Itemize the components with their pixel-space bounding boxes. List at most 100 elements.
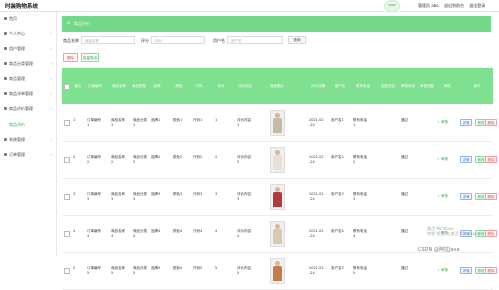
cell-date: 2021-02 -24 [309,155,324,164]
cell-score: 1 [215,118,218,122]
chevron-right-icon: › [50,137,52,142]
logout-link[interactable]: 退出登录 [469,3,485,8]
cell-color: 颜色2 [173,155,183,159]
top-bar: 时装购物系统 SHOP 管理员 abo 退出到前台 退出登录 [0,0,499,12]
cell-phone: 联系电话 1 [353,118,367,127]
cell-order: 订单编号 4 [87,229,101,238]
cell-user: 用户名2 [331,155,344,159]
audit-link[interactable]: ✓ 审核 [437,194,448,199]
chevron-right-icon: › [50,46,52,51]
main-content: ⌂ 商品评价 商品名称 商品名称 评分 评分 用户名 用户名 查询 删除 批量导… [58,12,499,290]
sidebar-item-system[interactable]: 系统管理 › [0,133,56,147]
column-header: 评分 [217,83,225,88]
cell-content: 评价内容 1 [237,118,251,127]
product-image [270,184,285,210]
audit-link[interactable]: ✓ 审核 [437,157,448,162]
cell-size: 尺码1 [193,118,203,122]
cell-audit: 通过 [401,192,408,196]
product-image [270,258,285,284]
breadcrumb: ⌂ 商品评价 [62,16,491,32]
sidebar-item-review[interactable]: 商品评价管理 › [0,102,56,116]
chevron-right-icon: › [50,152,52,157]
chevron-right-icon: › [50,61,52,66]
cell-score: 5 [215,266,218,270]
row-checkbox[interactable] [64,120,70,126]
search-button[interactable]: 查询 [288,36,306,44]
cell-score: 4 [215,229,218,233]
row-checkbox[interactable] [64,194,70,200]
cell-user: 用户名1 [331,118,344,122]
list-icon [4,92,7,95]
delete-button[interactable]: 删除 [63,53,78,62]
cell-user: 用户名3 [331,192,344,196]
top-logo: SHOP [384,0,400,12]
sidebar-item-goods-detail[interactable]: 商品详单管理 › [0,87,56,101]
column-header: 用户名 [334,83,346,88]
row-detail-button[interactable]: 详情 [460,267,472,274]
cell-date: 2021-02 -24 [309,229,324,238]
row-checkbox[interactable] [64,268,70,274]
sidebar: 首页 个人中心 › 用户管理 › 商品分类管理 › 商品管理 › 商品详单管理 › 商品评… [0,12,57,256]
cell-type: 商品分类 5 [133,266,147,275]
export-button[interactable]: 批量导出 [81,53,99,62]
score-input[interactable]: 评分 [151,36,205,44]
column-header: 订单编号 [88,83,102,88]
cell-order: 订单编号 5 [87,266,101,275]
row-delete-button[interactable]: 删除 [485,119,497,126]
sidebar-item-home[interactable]: 首页 [0,12,56,26]
cell-content: 评价内容 2 [237,155,251,164]
table-header: 索引 订单编号 商品名称 商品类型 品牌 颜色 尺码 评分 评价内容 商品图片 评价日期 用户名 联系电… [62,68,493,104]
product-image [270,221,285,247]
audit-link[interactable]: ✓ 审核 [437,268,448,273]
cell-date: 2021-02 -24 [309,118,324,127]
goods-name-input[interactable]: 商品名称 [81,36,135,44]
cell-type: 商品分类 2 [133,155,147,164]
table-row: 2 订单编号 2 商品名称 2 商品分类 2 品牌2 颜色2 尺码2 2 评价内容 2 2021-… [62,141,497,179]
sidebar-item-users[interactable]: 用户管理 › [0,42,56,56]
row-detail-button[interactable]: 详情 [460,119,472,126]
select-all-checkbox[interactable] [64,84,70,90]
comment-icon [4,107,7,110]
cell-color: 颜色3 [173,192,183,196]
row-checkbox[interactable] [64,231,70,237]
cell-score: 2 [215,155,218,159]
sidebar-item-orders[interactable]: 订单管理 › [0,148,56,162]
home-icon[interactable]: ⌂ [67,20,73,27]
sidebar-item-goods[interactable]: 商品管理 › [0,72,56,86]
row-detail-button[interactable]: 详情 [460,193,472,200]
username-input[interactable]: 用户名 [227,36,283,44]
users-icon [4,47,7,50]
cell-audit: 通过 [401,229,408,233]
front-link[interactable]: 退出到前台 [444,3,464,8]
cell-type: 商品分类 1 [133,118,147,127]
column-header: 评价日期 [311,83,325,88]
row-delete-button[interactable]: 删除 [485,230,497,237]
cell-index: 2 [73,155,76,159]
cell-user: 用户名5 [331,266,344,270]
row-delete-button[interactable]: 删除 [485,156,497,163]
row-delete-button[interactable]: 删除 [485,267,497,274]
sidebar-item-category[interactable]: 商品分类管理 › [0,57,56,71]
cell-user: 用户名4 [331,229,344,233]
cell-audit: 通过 [401,118,408,122]
user-icon [4,32,7,35]
product-image [270,110,285,136]
breadcrumb-text: 商品评价 [74,21,90,26]
cell-color: 颜色4 [173,229,183,233]
sidebar-item-profile[interactable]: 个人中心 › [0,27,56,41]
column-header: 商品图片 [270,83,284,88]
cell-phone: 联系电话 2 [353,155,367,164]
cell-name: 商品名称 4 [111,229,125,238]
cell-name: 商品名称 3 [111,192,125,201]
cell-color: 颜色5 [173,266,183,270]
cell-size: 尺码2 [193,155,203,159]
cell-content: 评价内容 3 [237,192,251,201]
top-right-links: 管理员 abo 退出到前台 退出登录 [418,3,489,9]
row-delete-button[interactable]: 删除 [485,193,497,200]
row-checkbox[interactable] [64,157,70,163]
row-detail-button[interactable]: 详情 [460,156,472,163]
cell-order: 订单编号 1 [87,118,101,127]
audit-link[interactable]: ✓ 审核 [437,120,448,125]
sidebar-sub-review[interactable]: 商品评价 [9,122,25,128]
column-header: 商品类型 [132,83,146,88]
